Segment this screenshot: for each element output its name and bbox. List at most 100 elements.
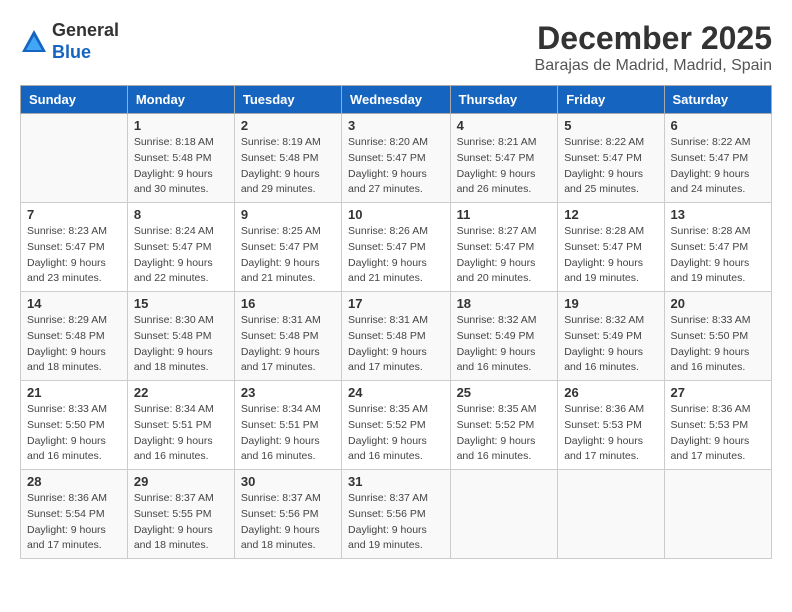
day-number: 19	[564, 296, 657, 311]
day-number: 1	[134, 118, 228, 133]
calendar-cell: 26 Sunrise: 8:36 AMSunset: 5:53 PMDayligh…	[558, 381, 664, 470]
day-info: Sunrise: 8:23 AMSunset: 5:47 PMDaylight:…	[27, 224, 121, 287]
day-header-sunday: Sunday	[21, 86, 128, 114]
day-info: Sunrise: 8:34 AMSunset: 5:51 PMDaylight:…	[134, 402, 228, 465]
day-info: Sunrise: 8:22 AMSunset: 5:47 PMDaylight:…	[671, 135, 765, 198]
calendar-cell: 5 Sunrise: 8:22 AMSunset: 5:47 PMDaylight…	[558, 114, 664, 203]
day-number: 20	[671, 296, 765, 311]
day-info: Sunrise: 8:33 AMSunset: 5:50 PMDaylight:…	[27, 402, 121, 465]
day-number: 23	[241, 385, 335, 400]
calendar-cell: 20 Sunrise: 8:33 AMSunset: 5:50 PMDayligh…	[664, 292, 771, 381]
day-info: Sunrise: 8:20 AMSunset: 5:47 PMDaylight:…	[348, 135, 444, 198]
day-info: Sunrise: 8:35 AMSunset: 5:52 PMDaylight:…	[457, 402, 552, 465]
day-number: 3	[348, 118, 444, 133]
calendar-cell: 7 Sunrise: 8:23 AMSunset: 5:47 PMDaylight…	[21, 203, 128, 292]
day-info: Sunrise: 8:33 AMSunset: 5:50 PMDaylight:…	[671, 313, 765, 376]
day-info: Sunrise: 8:37 AMSunset: 5:56 PMDaylight:…	[348, 491, 444, 554]
calendar-week-row: 21 Sunrise: 8:33 AMSunset: 5:50 PMDayligh…	[21, 381, 772, 470]
day-info: Sunrise: 8:36 AMSunset: 5:53 PMDaylight:…	[564, 402, 657, 465]
calendar-cell: 13 Sunrise: 8:28 AMSunset: 5:47 PMDayligh…	[664, 203, 771, 292]
day-info: Sunrise: 8:22 AMSunset: 5:47 PMDaylight:…	[564, 135, 657, 198]
day-number: 25	[457, 385, 552, 400]
calendar-cell: 12 Sunrise: 8:28 AMSunset: 5:47 PMDayligh…	[558, 203, 664, 292]
day-header-friday: Friday	[558, 86, 664, 114]
day-info: Sunrise: 8:30 AMSunset: 5:48 PMDaylight:…	[134, 313, 228, 376]
calendar-week-row: 7 Sunrise: 8:23 AMSunset: 5:47 PMDaylight…	[21, 203, 772, 292]
day-number: 27	[671, 385, 765, 400]
month-title: December 2025	[535, 20, 772, 57]
calendar-cell: 17 Sunrise: 8:31 AMSunset: 5:48 PMDayligh…	[342, 292, 451, 381]
calendar-cell: 27 Sunrise: 8:36 AMSunset: 5:53 PMDayligh…	[664, 381, 771, 470]
day-number: 22	[134, 385, 228, 400]
day-number: 12	[564, 207, 657, 222]
day-number: 8	[134, 207, 228, 222]
day-info: Sunrise: 8:29 AMSunset: 5:48 PMDaylight:…	[27, 313, 121, 376]
day-number: 17	[348, 296, 444, 311]
day-number: 4	[457, 118, 552, 133]
day-number: 7	[27, 207, 121, 222]
calendar-week-row: 1 Sunrise: 8:18 AMSunset: 5:48 PMDaylight…	[21, 114, 772, 203]
calendar-cell: 3 Sunrise: 8:20 AMSunset: 5:47 PMDaylight…	[342, 114, 451, 203]
day-number: 28	[27, 474, 121, 489]
day-number: 26	[564, 385, 657, 400]
calendar-cell: 25 Sunrise: 8:35 AMSunset: 5:52 PMDayligh…	[450, 381, 558, 470]
day-info: Sunrise: 8:25 AMSunset: 5:47 PMDaylight:…	[241, 224, 335, 287]
day-header-thursday: Thursday	[450, 86, 558, 114]
calendar-cell: 4Sunrise: 8:21 AMSunset: 5:47 PMDaylight…	[450, 114, 558, 203]
calendar-table: SundayMondayTuesdayWednesdayThursdayFrid…	[20, 85, 772, 559]
day-info: Sunrise: 8:19 AMSunset: 5:48 PMDaylight:…	[241, 135, 335, 198]
logo-general: General	[52, 20, 119, 40]
day-info: Sunrise: 8:28 AMSunset: 5:47 PMDaylight:…	[564, 224, 657, 287]
day-info: Sunrise: 8:26 AMSunset: 5:47 PMDaylight:…	[348, 224, 444, 287]
day-number: 16	[241, 296, 335, 311]
day-number: 2	[241, 118, 335, 133]
calendar-cell: 18Sunrise: 8:32 AMSunset: 5:49 PMDayligh…	[450, 292, 558, 381]
day-info: Sunrise: 8:35 AMSunset: 5:52 PMDaylight:…	[348, 402, 444, 465]
header: General Blue December 2025 Barajas de Ma…	[20, 20, 772, 75]
day-number: 24	[348, 385, 444, 400]
day-number: 15	[134, 296, 228, 311]
day-info: Sunrise: 8:18 AMSunset: 5:48 PMDaylight:…	[134, 135, 228, 198]
calendar-cell: 6 Sunrise: 8:22 AMSunset: 5:47 PMDaylight…	[664, 114, 771, 203]
calendar-cell	[450, 470, 558, 559]
calendar-cell: 16Sunrise: 8:31 AMSunset: 5:48 PMDayligh…	[234, 292, 341, 381]
day-header-monday: Monday	[127, 86, 234, 114]
calendar-cell	[664, 470, 771, 559]
logo-text: General Blue	[52, 20, 119, 63]
day-info: Sunrise: 8:36 AMSunset: 5:53 PMDaylight:…	[671, 402, 765, 465]
logo: General Blue	[20, 20, 119, 63]
day-header-wednesday: Wednesday	[342, 86, 451, 114]
calendar-cell	[558, 470, 664, 559]
location-title: Barajas de Madrid, Madrid, Spain	[535, 57, 772, 75]
day-info: Sunrise: 8:37 AMSunset: 5:55 PMDaylight:…	[134, 491, 228, 554]
day-number: 9	[241, 207, 335, 222]
day-info: Sunrise: 8:34 AMSunset: 5:51 PMDaylight:…	[241, 402, 335, 465]
day-number: 14	[27, 296, 121, 311]
day-number: 31	[348, 474, 444, 489]
day-number: 13	[671, 207, 765, 222]
calendar-cell: 14 Sunrise: 8:29 AMSunset: 5:48 PMDayligh…	[21, 292, 128, 381]
day-info: Sunrise: 8:36 AMSunset: 5:54 PMDaylight:…	[27, 491, 121, 554]
day-info: Sunrise: 8:28 AMSunset: 5:47 PMDaylight:…	[671, 224, 765, 287]
calendar-cell: 11Sunrise: 8:27 AMSunset: 5:47 PMDayligh…	[450, 203, 558, 292]
day-number: 6	[671, 118, 765, 133]
day-number: 30	[241, 474, 335, 489]
day-number: 21	[27, 385, 121, 400]
day-info: Sunrise: 8:27 AMSunset: 5:47 PMDaylight:…	[457, 224, 552, 287]
title-area: December 2025 Barajas de Madrid, Madrid,…	[535, 20, 772, 75]
day-number: 5	[564, 118, 657, 133]
calendar-cell: 24 Sunrise: 8:35 AMSunset: 5:52 PMDayligh…	[342, 381, 451, 470]
calendar-cell: 23 Sunrise: 8:34 AMSunset: 5:51 PMDayligh…	[234, 381, 341, 470]
day-header-tuesday: Tuesday	[234, 86, 341, 114]
logo-icon	[20, 28, 48, 56]
day-header-saturday: Saturday	[664, 86, 771, 114]
calendar-week-row: 28 Sunrise: 8:36 AMSunset: 5:54 PMDayligh…	[21, 470, 772, 559]
day-number: 18	[457, 296, 552, 311]
calendar-cell: 19Sunrise: 8:32 AMSunset: 5:49 PMDayligh…	[558, 292, 664, 381]
logo-blue: Blue	[52, 42, 91, 62]
calendar-cell	[21, 114, 128, 203]
day-info: Sunrise: 8:31 AMSunset: 5:48 PMDaylight:…	[348, 313, 444, 376]
calendar-cell: 10Sunrise: 8:26 AMSunset: 5:47 PMDayligh…	[342, 203, 451, 292]
calendar-cell: 15 Sunrise: 8:30 AMSunset: 5:48 PMDayligh…	[127, 292, 234, 381]
calendar-cell: 22 Sunrise: 8:34 AMSunset: 5:51 PMDayligh…	[127, 381, 234, 470]
